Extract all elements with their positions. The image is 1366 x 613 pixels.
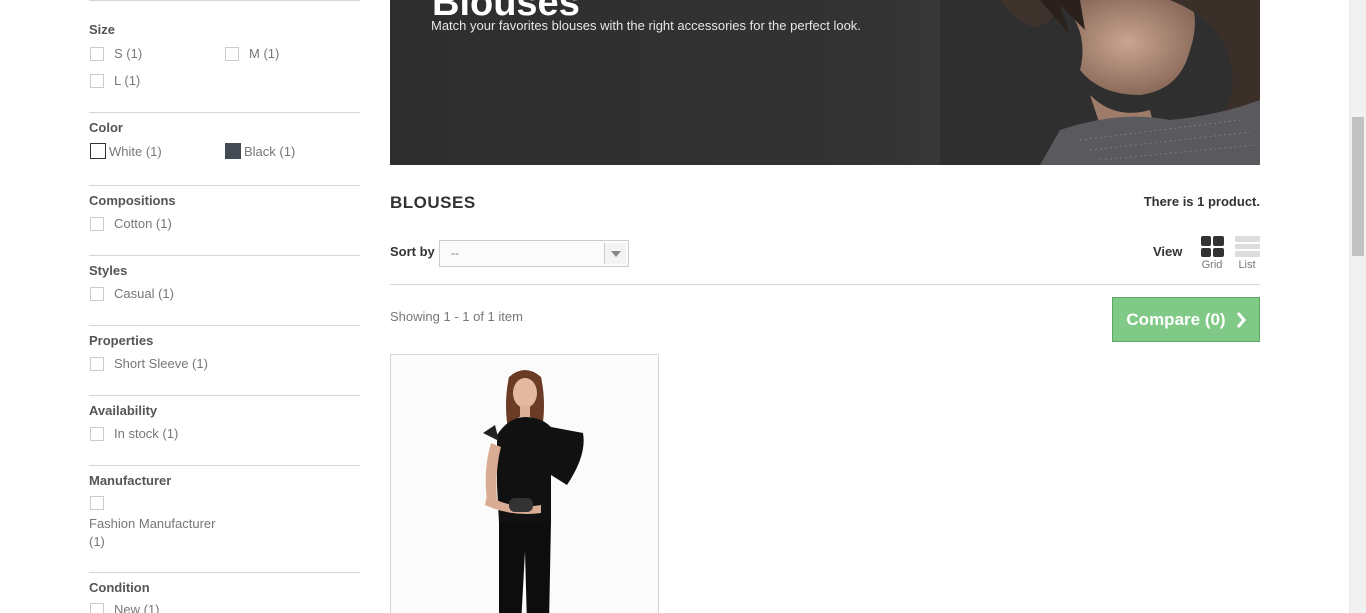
filter-option-s[interactable]: S (1) bbox=[90, 46, 142, 61]
color-swatch-white[interactable] bbox=[90, 143, 106, 159]
filter-color: Color White (1) Black (1) bbox=[89, 112, 360, 185]
checkbox[interactable] bbox=[225, 46, 239, 61]
option-label: S (1) bbox=[114, 46, 143, 61]
filter-title: Size bbox=[89, 22, 116, 37]
chevron-right-icon bbox=[1236, 311, 1246, 328]
filter-title: Manufacturer bbox=[89, 473, 172, 488]
banner-subtitle: Match your favorites blouses with the ri… bbox=[431, 18, 861, 33]
divider bbox=[390, 284, 1260, 285]
checkbox[interactable] bbox=[90, 426, 104, 441]
checkbox[interactable] bbox=[90, 602, 104, 613]
color-swatch-black[interactable] bbox=[225, 143, 241, 159]
filter-option-l[interactable]: L (1) bbox=[90, 73, 140, 88]
filter-title: Compositions bbox=[89, 193, 176, 208]
option-label: Casual (1) bbox=[114, 286, 174, 301]
sort-label: Sort by bbox=[390, 244, 435, 259]
compare-button[interactable]: Compare (0) bbox=[1112, 297, 1260, 342]
compare-label: Compare (0) bbox=[1126, 309, 1226, 329]
view-list-button[interactable]: List bbox=[1232, 236, 1262, 271]
option-label: White (1) bbox=[109, 143, 162, 159]
view-grid-button[interactable]: Grid bbox=[1197, 236, 1227, 271]
option-label: Black (1) bbox=[244, 143, 296, 159]
filter-option-black[interactable]: Black (1) bbox=[225, 143, 295, 159]
filter-size: Size S (1) M (1) L (1) bbox=[89, 0, 360, 112]
sort-value: -- bbox=[451, 246, 459, 260]
filter-title: Condition bbox=[89, 580, 150, 595]
checkbox[interactable] bbox=[90, 496, 104, 510]
checkbox[interactable] bbox=[90, 216, 104, 231]
showing-count: Showing 1 - 1 of 1 item bbox=[390, 309, 523, 324]
category-banner: Blouses Match your favorites blouses wit… bbox=[390, 0, 1260, 165]
option-label: L (1) bbox=[114, 73, 141, 88]
filter-title: Color bbox=[89, 120, 123, 135]
category-heading: BLOUSES bbox=[390, 193, 476, 212]
view-label: View bbox=[1153, 244, 1183, 259]
filter-manufacturer: Manufacturer Fashion Manufacturer (1) bbox=[89, 465, 360, 572]
view-grid-label: Grid bbox=[1201, 259, 1223, 271]
filter-title: Styles bbox=[89, 263, 128, 278]
product-image[interactable] bbox=[391, 355, 659, 613]
filter-styles: Styles Casual (1) bbox=[89, 255, 360, 325]
filter-properties: Properties Short Sleeve (1) bbox=[89, 325, 360, 395]
option-label: Cotton (1) bbox=[114, 216, 172, 231]
scrollbar-thumb[interactable] bbox=[1352, 117, 1364, 256]
filter-option-cotton[interactable]: Cotton (1) bbox=[90, 216, 172, 231]
filter-option-casual[interactable]: Casual (1) bbox=[90, 286, 174, 301]
filter-availability: Availability In stock (1) bbox=[89, 395, 360, 465]
filter-title: Properties bbox=[89, 333, 154, 348]
product-card[interactable] bbox=[390, 354, 659, 613]
banner-model-image bbox=[940, 0, 1260, 165]
product-count: There is 1 product. bbox=[1143, 194, 1260, 209]
chevron-down-icon[interactable] bbox=[604, 243, 626, 264]
sort-select[interactable]: -- bbox=[439, 240, 629, 267]
filter-option-m[interactable]: M (1) bbox=[225, 46, 279, 61]
list-icon bbox=[1234, 236, 1260, 258]
filter-option-white[interactable]: White (1) bbox=[90, 143, 162, 159]
filter-condition: Condition New (1) bbox=[89, 572, 360, 613]
filter-option-short-sleeve[interactable]: Short Sleeve (1) bbox=[90, 356, 208, 371]
checkbox[interactable] bbox=[90, 73, 104, 88]
option-label: In stock (1) bbox=[114, 426, 179, 441]
filter-option-fashion-manufacturer[interactable]: Fashion Manufacturer (1) bbox=[89, 515, 229, 551]
page-scrollbar[interactable] bbox=[1349, 0, 1366, 613]
checkbox[interactable] bbox=[90, 286, 104, 301]
filter-option-new[interactable]: New (1) bbox=[90, 602, 160, 613]
filter-compositions: Compositions Cotton (1) bbox=[89, 185, 360, 255]
option-label: M (1) bbox=[249, 46, 280, 61]
filter-title: Availability bbox=[89, 403, 158, 418]
option-label: New (1) bbox=[114, 602, 160, 613]
grid-icon bbox=[1200, 236, 1224, 257]
checkbox[interactable] bbox=[90, 46, 104, 61]
checkbox[interactable] bbox=[90, 356, 104, 371]
option-label: Short Sleeve (1) bbox=[114, 356, 208, 371]
view-list-label: List bbox=[1238, 259, 1256, 271]
filter-option-in-stock[interactable]: In stock (1) bbox=[90, 426, 178, 441]
